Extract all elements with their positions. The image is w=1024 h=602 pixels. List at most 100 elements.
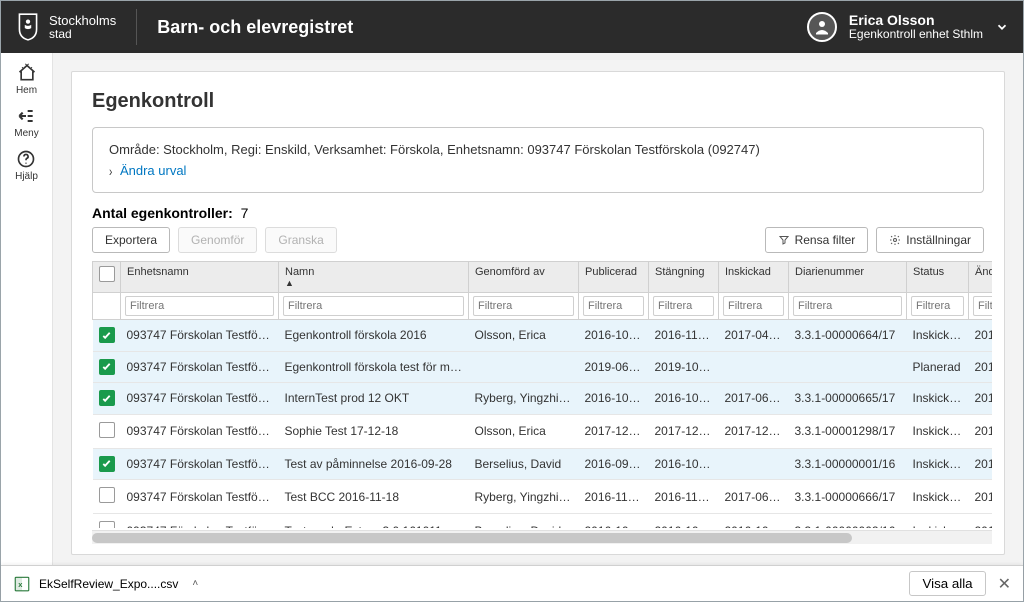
menu-icon — [16, 106, 36, 126]
filter-by[interactable] — [473, 296, 574, 316]
row-checkbox[interactable] — [99, 422, 115, 438]
row-checkbox[interactable] — [99, 327, 115, 343]
perform-button[interactable]: Genomför — [178, 227, 257, 253]
sidebar-home-label: Hem — [16, 85, 37, 96]
show-all-button[interactable]: Visa alla — [909, 571, 985, 596]
cell-name: Test av påminnelse 2016-09-28 — [279, 448, 469, 480]
cell-close: 2016-10-02 — [649, 448, 719, 480]
user-icon — [813, 18, 831, 36]
cell-dnr: 3.3.1-00000664/17 — [789, 320, 907, 352]
filter-unit[interactable] — [125, 296, 274, 316]
row-checkbox[interactable] — [99, 359, 115, 375]
cell-chg: 2017-12- — [969, 414, 993, 448]
cell-dnr: 3.3.1-00000001/16 — [789, 448, 907, 480]
filter-status[interactable] — [911, 296, 964, 316]
divider — [136, 9, 137, 45]
download-bar: x EkSelfReview_Expo....csv ˄ Visa alla ✕ — [1, 565, 1023, 601]
col-closing[interactable]: Stängning — [649, 262, 719, 293]
filter-dnr[interactable] — [793, 296, 902, 316]
export-button[interactable]: Exportera — [92, 227, 170, 253]
horizontal-scrollbar[interactable] — [92, 530, 992, 544]
user-role: Egenkontroll enhet Sthlm — [849, 28, 983, 41]
cell-sub: 2016-10-11 — [719, 514, 789, 529]
cell-sub: 2017-12-18 — [719, 414, 789, 448]
header-right[interactable]: Erica Olsson Egenkontroll enhet Sthlm — [807, 12, 1009, 42]
table-row[interactable]: 093747 Förskolan TestförskolaInternTest … — [93, 383, 993, 415]
cell-name: Sophie Test 17-12-18 — [279, 414, 469, 448]
clear-filter-button[interactable]: Rensa filter — [765, 227, 869, 253]
col-diarie[interactable]: Diarienummer — [789, 262, 907, 293]
row-checkbox[interactable] — [99, 521, 115, 528]
row-checkbox[interactable] — [99, 390, 115, 406]
cell-dnr: 3.3.1-00000665/17 — [789, 383, 907, 415]
table-container: Enhetsnamn Namn▲ Genomförd av Publicerad… — [92, 261, 992, 528]
review-button[interactable]: Granska — [265, 227, 336, 253]
cell-by: Olsson, Erica — [469, 414, 579, 448]
table-row[interactable]: 093747 Förskolan TestförskolaEgenkontrol… — [93, 351, 993, 383]
sidebar-item-help[interactable]: Hjälp — [15, 149, 38, 182]
cell-by — [469, 351, 579, 383]
cell-close: 2016-11-18 — [649, 480, 719, 514]
table-row[interactable]: 093747 Förskolan TestförskolaTest BCC 20… — [93, 480, 993, 514]
help-icon — [16, 149, 36, 169]
user-block: Erica Olsson Egenkontroll enhet Sthlm — [849, 13, 983, 42]
settings-button[interactable]: Inställningar — [876, 227, 984, 253]
col-submitted[interactable]: Inskickad — [719, 262, 789, 293]
cell-close: 2016-10-14 — [649, 514, 719, 529]
table-row[interactable]: 093747 Förskolan TestförskolaEgenkontrol… — [93, 320, 993, 352]
filter-name[interactable] — [283, 296, 464, 316]
change-selection-link[interactable]: Ändra urval — [120, 163, 186, 178]
filter-summary-text: Område: Stockholm, Regi: Enskild, Verksa… — [109, 142, 967, 157]
cell-name: InternTest prod 12 OKT — [279, 383, 469, 415]
cell-sub: 2017-06-29 — [719, 480, 789, 514]
cell-pub: 2016-11-18 — [579, 480, 649, 514]
cell-chg: 2017-06- — [969, 383, 993, 415]
shell: Hem Meny Hjälp Egenkontroll Område: Stoc… — [1, 53, 1023, 565]
col-changed[interactable]: Ändrad — [969, 262, 993, 293]
chevron-up-icon[interactable]: ˄ — [192, 578, 198, 589]
cell-close: 2016-11-17 — [649, 320, 719, 352]
select-all-checkbox[interactable] — [99, 266, 115, 282]
cell-name: Egenkontroll förskola test för manual — [279, 351, 469, 383]
scrollbar-thumb[interactable] — [92, 533, 852, 543]
filter-pub[interactable] — [583, 296, 644, 316]
col-performed-by[interactable]: Genomförd av — [469, 262, 579, 293]
sidebar-item-home[interactable]: Hem — [16, 63, 37, 96]
cell-chg: 2019-06- — [969, 351, 993, 383]
org-logo: Stockholms stad — [15, 12, 116, 42]
filter-sub[interactable] — [723, 296, 784, 316]
filter-chg[interactable] — [973, 296, 992, 316]
main-header: Stockholms stad Barn- och elevregistret … — [1, 1, 1023, 53]
col-name[interactable]: Namn▲ — [279, 262, 469, 293]
settings-label: Inställningar — [906, 233, 971, 247]
col-unit[interactable]: Enhetsnamn — [121, 262, 279, 293]
cell-pub: 2016-10-17 — [579, 320, 649, 352]
filter-row — [93, 293, 993, 320]
cell-pub: 2016-09-29 — [579, 448, 649, 480]
sort-asc-icon: ▲ — [285, 278, 462, 288]
avatar — [807, 12, 837, 42]
table-row[interactable]: 093747 Förskolan TestförskolaTest prod -… — [93, 514, 993, 529]
cell-unit: 093747 Förskolan Testförskola — [121, 448, 279, 480]
crest-icon — [15, 12, 41, 42]
cell-name: Test prod - Extern 3.0 161011 — [279, 514, 469, 529]
chevron-down-icon[interactable] — [995, 20, 1009, 34]
cell-status: Inskickad — [907, 320, 969, 352]
table-row[interactable]: 093747 Förskolan TestförskolaTest av påm… — [93, 448, 993, 480]
row-checkbox[interactable] — [99, 487, 115, 503]
sidebar-item-menu[interactable]: Meny — [14, 106, 38, 139]
col-checkbox[interactable] — [93, 262, 121, 293]
download-item[interactable]: x EkSelfReview_Expo....csv ˄ — [13, 575, 198, 593]
filter-icon — [778, 234, 790, 246]
col-status[interactable]: Status — [907, 262, 969, 293]
cell-sub: 2017-06-29 — [719, 383, 789, 415]
cell-dnr: 3.3.1-00001298/17 — [789, 414, 907, 448]
filter-close[interactable] — [653, 296, 714, 316]
change-selection-row: › Ändra urval — [109, 163, 967, 178]
row-checkbox[interactable] — [99, 456, 115, 472]
col-published[interactable]: Publicerad — [579, 262, 649, 293]
cell-status: Inskickad — [907, 383, 969, 415]
close-icon[interactable]: ✕ — [998, 574, 1011, 594]
cell-dnr: 3.3.1-00000002/16 — [789, 514, 907, 529]
table-row[interactable]: 093747 Förskolan TestförskolaSophie Test… — [93, 414, 993, 448]
